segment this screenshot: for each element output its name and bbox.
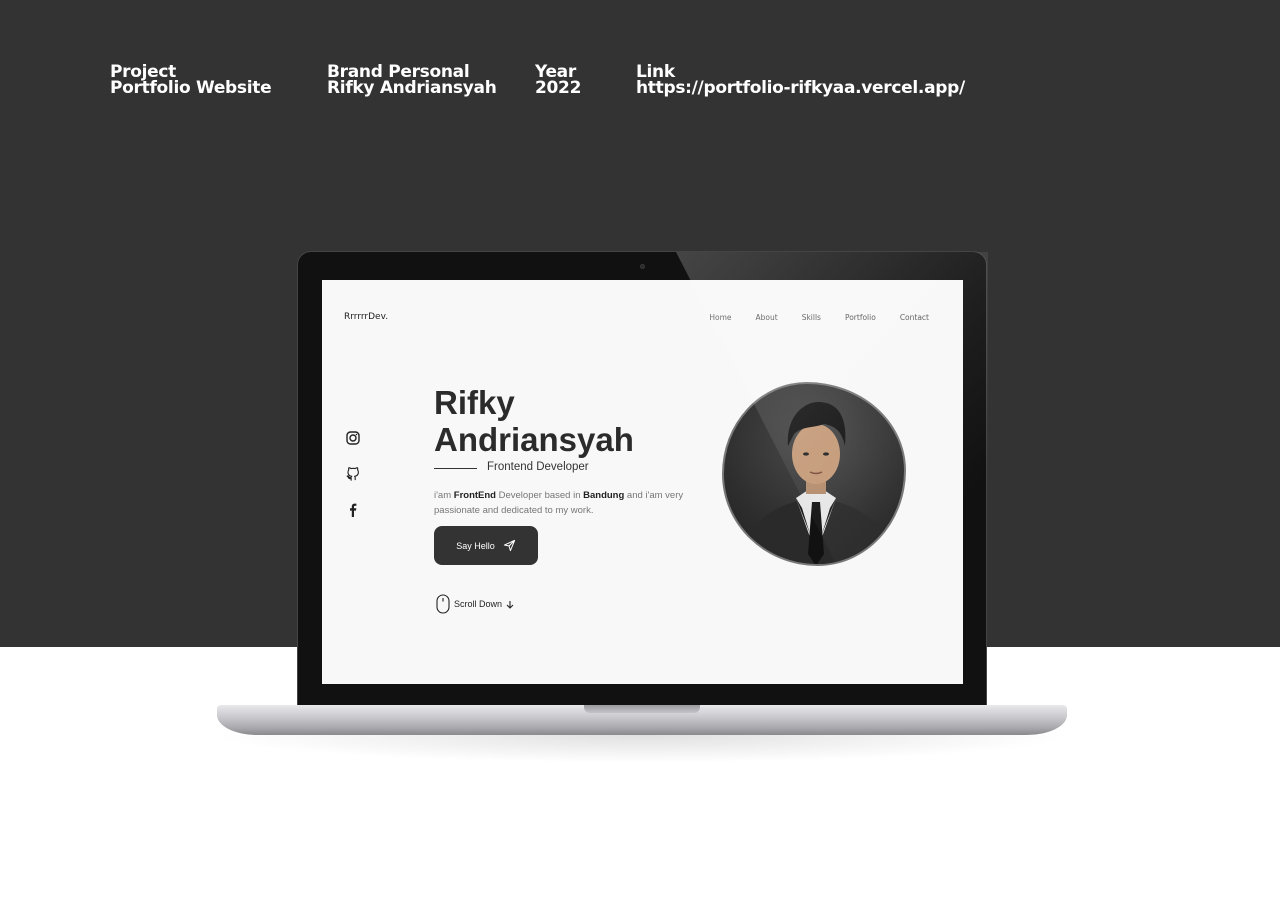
facebook-icon[interactable]	[345, 502, 361, 518]
laptop-notch	[584, 705, 700, 713]
github-icon[interactable]	[345, 466, 361, 482]
year-value: 2022	[535, 78, 582, 98]
hero-name: Rifky Andriansyah	[434, 384, 634, 458]
send-icon	[503, 539, 515, 552]
site-logo[interactable]: RrrrrrDev.	[344, 312, 388, 322]
desc-highlight-frontend: FrontEnd	[453, 490, 496, 501]
desc-highlight-bandung: Bandung	[583, 490, 625, 501]
scroll-down-link[interactable]: Scroll Down	[436, 594, 514, 614]
nav-skills[interactable]: Skills	[802, 313, 821, 322]
nav-home[interactable]: Home	[709, 313, 731, 322]
nav-about[interactable]: About	[756, 313, 778, 322]
person-portrait-icon	[735, 402, 897, 564]
scroll-down-label: Scroll Down	[454, 599, 503, 609]
nav-portfolio[interactable]: Portfolio	[845, 313, 876, 322]
desc-text-2: Developer based in	[495, 490, 584, 501]
year-meta: Year 2022	[535, 64, 582, 98]
nav-contact[interactable]: Contact	[900, 313, 929, 322]
site-nav: Home About Skills Portfolio Contact	[685, 313, 929, 322]
laptop-base	[217, 705, 1067, 735]
link-meta: Link https://portfolio-rifkyaa.vercel.ap…	[636, 64, 965, 97]
role-divider	[434, 468, 477, 469]
say-hello-button[interactable]: Say Hello	[434, 526, 538, 565]
say-hello-label: Say Hello	[456, 540, 495, 551]
webcam-icon	[640, 264, 645, 269]
project-meta: Project Portfolio Website	[110, 64, 272, 98]
laptop-shadow	[210, 735, 1074, 763]
hero-last-name: Andriansyah	[434, 421, 634, 458]
role-subtitle: Frontend Developer	[487, 461, 589, 473]
instagram-icon[interactable]	[345, 430, 361, 446]
mouse-icon	[436, 594, 450, 614]
brand-value: Rifky Andriansyah	[327, 78, 497, 98]
desc-text-1: i'am	[434, 490, 454, 501]
arrow-down-icon	[506, 600, 514, 609]
brand-meta: Brand Personal Rifky Andriansyah	[327, 64, 497, 98]
profile-photo	[722, 382, 906, 566]
laptop-screen: RrrrrrDev. Home About Skills Portfolio C…	[322, 280, 963, 684]
hero-description: i'am FrontEnd Developer based in Bandung…	[434, 488, 684, 518]
link-value[interactable]: https://portfolio-rifkyaa.vercel.app/	[636, 80, 965, 97]
laptop-lid: RrrrrrDev. Home About Skills Portfolio C…	[297, 251, 988, 708]
hero-first-name: Rifky	[434, 384, 515, 421]
project-value: Portfolio Website	[110, 78, 272, 98]
